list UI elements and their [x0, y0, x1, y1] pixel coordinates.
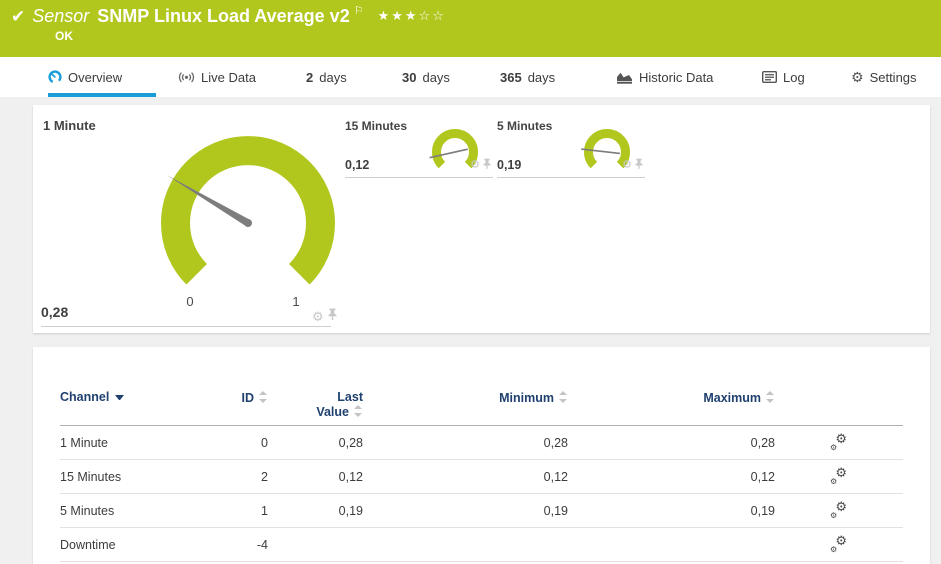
tab-label: days — [422, 69, 450, 85]
gear-icon[interactable]: ⚙ — [312, 310, 324, 323]
channel-settings-icon[interactable]: ⚙ ⚙ — [830, 465, 847, 486]
tab-historic-data[interactable]: Historic Data — [616, 57, 713, 97]
cell-last-value: 0,12 — [268, 459, 363, 494]
tab-label: Log — [783, 69, 805, 85]
priority-stars[interactable]: ★★★☆☆ — [378, 8, 446, 24]
tab-label: Historic Data — [639, 69, 714, 85]
settings-icon: ⚙ — [851, 69, 864, 85]
mini-gauge — [425, 122, 485, 187]
tab-30-days[interactable]: 30 days — [402, 57, 450, 97]
table-row: Downtime -4 ⚙ ⚙ — [60, 527, 903, 562]
cell-minimum — [363, 527, 568, 562]
channel-settings-icon[interactable]: ⚙ ⚙ — [830, 431, 847, 452]
col-header-channel[interactable]: Channel — [60, 377, 195, 426]
cell-channel: 15 Minutes — [60, 459, 195, 494]
col-header-minimum[interactable]: Minimum — [363, 377, 568, 426]
sensor-status-text: OK — [55, 29, 73, 43]
cell-last-value: 0,19 — [268, 493, 363, 528]
tab-number: 2 — [306, 69, 314, 85]
tab-log[interactable]: Log — [762, 57, 805, 97]
tab-number: 365 — [500, 69, 522, 85]
status-check-icon: ✔ — [11, 7, 26, 26]
tab-label: Overview — [68, 69, 123, 85]
sensor-header: ✔ Sensor SNMP Linux Load Average v2 ⚐ ★★… — [0, 0, 941, 57]
mini-gauge — [577, 122, 637, 187]
tab-2-days[interactable]: 2 days — [306, 57, 347, 97]
table-row: 5 Minutes 1 0,19 0,19 0,19 ⚙ ⚙ — [60, 493, 903, 528]
cell-last-value — [268, 527, 363, 562]
tab-label: days — [319, 69, 347, 85]
mini-gauge-panel-15-minutes: 15 Minutes 0,12 ⚙ — [345, 113, 493, 178]
cell-id: 1 — [195, 493, 268, 528]
cell-maximum: 0,19 — [568, 493, 775, 528]
tab-number: 30 — [402, 69, 417, 85]
gauge-value: 0,19 — [497, 158, 522, 172]
cell-minimum: 0,19 — [363, 493, 568, 528]
log-icon — [762, 71, 777, 83]
sort-icon — [354, 405, 363, 417]
tab-label: Live Data — [201, 69, 256, 85]
cell-id: 0 — [195, 425, 268, 460]
pin-icon[interactable] — [635, 156, 643, 174]
sensor-title: SNMP Linux Load Average v2 — [97, 6, 350, 26]
cell-id: 2 — [195, 459, 268, 494]
tab-overview[interactable]: Overview — [48, 57, 157, 97]
tab-label: days — [527, 69, 556, 85]
tab-bar: Overview Live Data 2 days 30 days 365 days Histo… — [0, 57, 941, 97]
channel-settings-icon[interactable]: ⚙ ⚙ — [830, 499, 847, 520]
cell-channel: Downtime — [60, 527, 195, 562]
pin-icon[interactable] — [483, 156, 491, 174]
sort-desc-icon — [115, 395, 125, 401]
cell-minimum: 0,28 — [363, 425, 568, 460]
sort-icon — [559, 391, 568, 403]
gauges-panel: 1 Minute 0 1 0,28 ⚙ 15 Minutes 0,12 ⚙ 5 Min… — [33, 105, 930, 333]
cell-maximum — [568, 527, 775, 562]
table-row: 15 Minutes 2 0,12 0,12 0,12 ⚙ ⚙ — [60, 459, 903, 494]
primary-gauge — [148, 123, 348, 328]
cell-maximum: 0,12 — [568, 459, 775, 494]
table-row: 1 Minute 0 0,28 0,28 0,28 ⚙ ⚙ — [60, 425, 903, 460]
cell-channel: 1 Minute — [60, 425, 195, 460]
gauge-value: 0,12 — [345, 158, 370, 172]
cell-maximum: 0,28 — [568, 425, 775, 460]
gauge-label: 15 Minutes — [345, 119, 408, 133]
col-header-maximum[interactable]: Maximum — [568, 377, 775, 426]
gear-icon[interactable]: ⚙ — [470, 159, 480, 171]
sort-icon — [766, 391, 775, 403]
flag-icon[interactable]: ⚐ — [354, 4, 364, 17]
tab-live-data[interactable]: Live Data — [178, 57, 256, 97]
primary-gauge-label: 1 Minute — [43, 118, 96, 133]
channel-table: Channel ID Last Value Minimum Maximum 1 M… — [60, 377, 903, 562]
gauge-scale-min: 0 — [186, 294, 194, 309]
primary-gauge-value: 0,28 — [41, 304, 69, 320]
sort-icon — [259, 391, 268, 403]
object-kind-label: Sensor — [32, 6, 90, 26]
tab-label: Settings — [869, 69, 917, 85]
gauge-icon — [48, 70, 62, 84]
cell-channel: 5 Minutes — [60, 493, 195, 528]
col-header-id[interactable]: ID — [195, 377, 268, 426]
gear-icon[interactable]: ⚙ — [622, 159, 632, 171]
divider — [41, 326, 331, 327]
col-header-last-value[interactable]: Last Value — [268, 377, 363, 426]
live-data-icon — [178, 71, 195, 84]
historic-data-icon — [616, 71, 633, 84]
cell-last-value: 0,28 — [268, 425, 363, 460]
tab-365-days[interactable]: 365 days — [500, 57, 555, 97]
channel-settings-icon[interactable]: ⚙ ⚙ — [830, 533, 847, 554]
gauge-scale-max: 1 — [292, 294, 300, 309]
cell-id: -4 — [195, 527, 268, 562]
gauge-label: 5 Minutes — [497, 119, 553, 133]
channels-panel: Channel ID Last Value Minimum Maximum 1 M… — [33, 347, 930, 564]
tab-settings[interactable]: ⚙ Settings — [851, 57, 917, 97]
mini-gauge-panel-5-minutes: 5 Minutes 0,19 ⚙ — [497, 113, 645, 178]
cell-minimum: 0,12 — [363, 459, 568, 494]
pin-icon[interactable] — [328, 307, 337, 325]
col-header-actions — [775, 377, 903, 426]
